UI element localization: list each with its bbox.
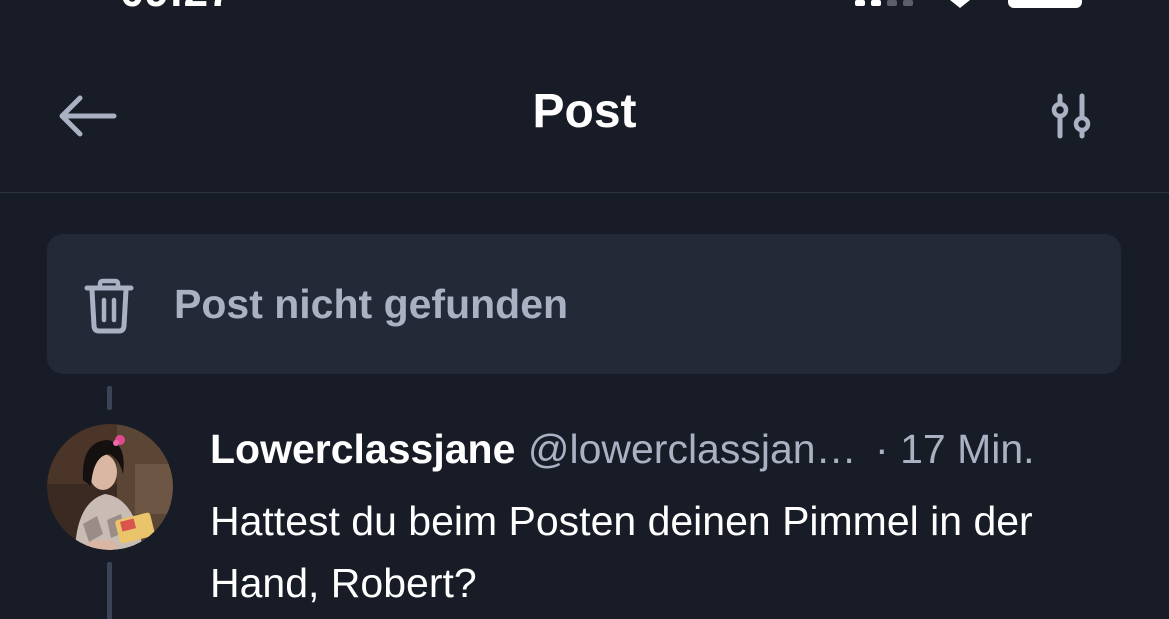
battery-icon — [1008, 0, 1082, 8]
status-time: 09:27 — [120, 0, 233, 14]
status-bar: 09:27 — [0, 0, 1169, 14]
thread-connector-top — [107, 386, 112, 410]
header: Post — [0, 40, 1169, 192]
post-not-found-notice: Post nicht gefunden — [47, 234, 1121, 374]
wifi-icon — [950, 0, 970, 8]
author-name[interactable]: Lowerclassjane — [210, 426, 515, 472]
signal-icon — [855, 0, 913, 6]
post-timestamp: · 17 Min. — [875, 426, 1035, 472]
not-found-label: Post nicht gefunden — [174, 281, 569, 327]
avatar[interactable] — [47, 424, 173, 550]
sliders-icon[interactable] — [1042, 90, 1102, 142]
page-title: Post — [532, 85, 637, 138]
header-divider — [0, 192, 1169, 193]
trash-icon — [84, 278, 134, 334]
author-handle[interactable]: @lowerclassjan… — [528, 426, 857, 472]
post-screen: 09:27 Post — [0, 0, 1169, 619]
post-meta: Lowerclassjane @lowerclassjan… · 17 Min. — [210, 424, 1140, 474]
post-text: Hattest du beim Posten deinen Pimmel in … — [210, 498, 1033, 606]
thread-connector-bottom — [107, 562, 112, 619]
